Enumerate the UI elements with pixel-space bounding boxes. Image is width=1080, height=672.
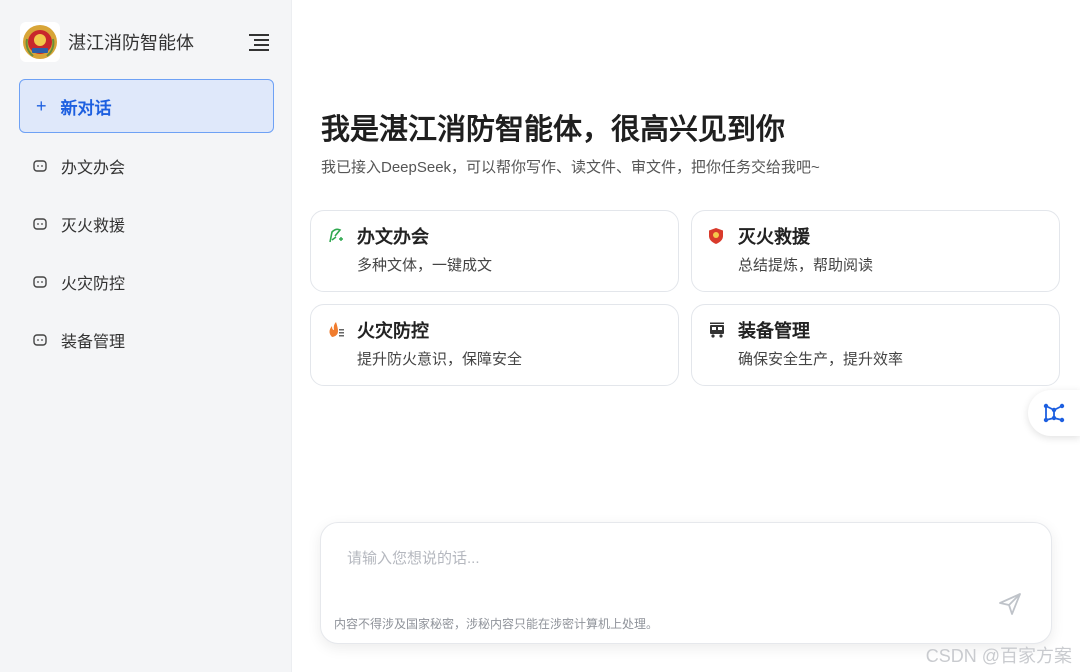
chat-composer: 内容不得涉及国家秘密，涉秘内容只能在涉密计算机上处理。 <box>320 522 1052 644</box>
greeting-title: 我是湛江消防智能体，很高兴见到你 <box>321 114 786 146</box>
quill-icon <box>327 227 345 245</box>
brand-header: 湛江消防智能体 <box>0 0 291 84</box>
flame-icon <box>327 321 345 339</box>
new-chat-button[interactable]: + 新对话 <box>19 79 274 133</box>
main-panel: 我是湛江消防智能体，很高兴见到你 我已接入DeepSeek，可以帮你写作、读文件… <box>292 0 1080 672</box>
card-description: 提升防火意识，保障安全 <box>357 351 523 368</box>
card-description: 多种文体，一键成文 <box>357 257 493 274</box>
new-chat-label: 新对话 <box>60 98 112 118</box>
message-input[interactable] <box>347 547 987 577</box>
card-title: 火灾防控 <box>357 321 429 341</box>
plus-icon: + <box>36 95 47 116</box>
sidebar-item-label: 火灾防控 <box>61 276 126 293</box>
security-disclaimer: 内容不得涉及国家秘密，涉秘内容只能在涉密计算机上处理。 <box>334 617 659 631</box>
greeting-subtitle: 我已接入DeepSeek，可以帮你写作、读文件、审文件，把你任务交给我吧~ <box>321 159 820 176</box>
chat-bubble-icon <box>33 159 47 173</box>
chat-bubble-icon <box>33 333 47 347</box>
app-window: 湛江消防智能体 + 新对话 办文办会 灭火救援 火灾防控 装备管理 我是湛江消防… <box>0 0 1080 672</box>
sidebar-item-equipment[interactable]: 装备管理 <box>19 311 274 369</box>
fire-department-emblem-logo <box>20 22 60 62</box>
card-title: 办文办会 <box>357 227 429 247</box>
sidebar-item-office[interactable]: 办文办会 <box>19 137 274 195</box>
card-rescue[interactable]: 灭火救援 总结提炼，帮助阅读 <box>691 210 1060 292</box>
network-nodes-icon <box>1043 403 1065 423</box>
card-office[interactable]: 办文办会 多种文体，一键成文 <box>310 210 679 292</box>
send-icon[interactable] <box>997 591 1023 617</box>
fire-truck-icon <box>708 321 726 339</box>
card-equipment[interactable]: 装备管理 确保安全生产，提升效率 <box>691 304 1060 386</box>
sidebar-nav: 办文办会 灭火救援 火灾防控 装备管理 <box>19 137 274 369</box>
card-title: 装备管理 <box>738 321 810 341</box>
sidebar-item-rescue[interactable]: 灭火救援 <box>19 195 274 253</box>
card-description: 确保安全生产，提升效率 <box>738 351 904 368</box>
sidebar: 湛江消防智能体 + 新对话 办文办会 灭火救援 火灾防控 装备管理 <box>0 0 292 672</box>
menu-collapse-icon[interactable] <box>247 30 271 54</box>
sidebar-item-label: 装备管理 <box>61 334 126 351</box>
card-description: 总结提炼，帮助阅读 <box>738 257 874 274</box>
shield-icon <box>708 227 726 245</box>
chat-bubble-icon <box>33 275 47 289</box>
sidebar-item-label: 灭火救援 <box>61 218 126 235</box>
card-title: 灭火救援 <box>738 227 810 247</box>
sidebar-item-label: 办文办会 <box>61 160 126 177</box>
watermark: CSDN @百家方案 <box>925 646 1072 666</box>
brand-title: 湛江消防智能体 <box>68 33 194 53</box>
sidebar-item-fire-prevention[interactable]: 火灾防控 <box>19 253 274 311</box>
card-fire-prevention[interactable]: 火灾防控 提升防火意识，保障安全 <box>310 304 679 386</box>
assistant-network-button[interactable] <box>1028 390 1080 436</box>
chat-bubble-icon <box>33 217 47 231</box>
